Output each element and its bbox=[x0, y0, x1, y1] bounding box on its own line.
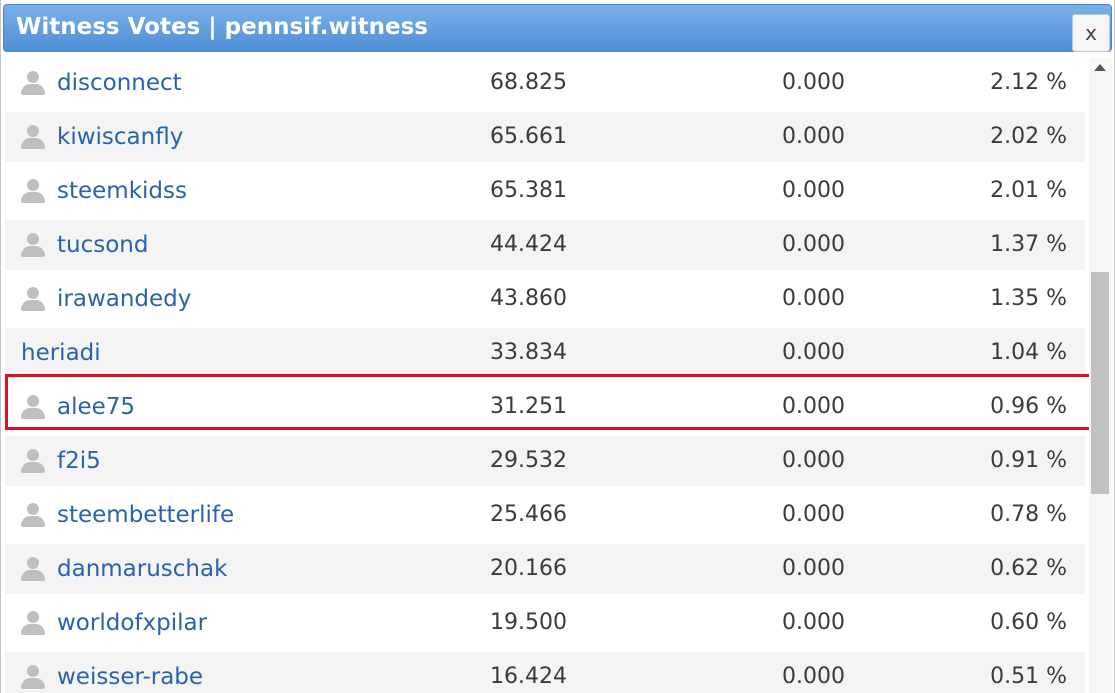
vote-value-2: 0.000 bbox=[782, 610, 845, 635]
vote-percentage: 0.51 % bbox=[990, 664, 1067, 689]
vote-value-1: 29.532 bbox=[490, 448, 567, 473]
vote-row: alee75 31.251 0.000 0.96 % bbox=[5, 382, 1085, 432]
titlebar-bar: Witness Votes | pennsif.witness x bbox=[3, 4, 1112, 52]
vote-row: heriadi 33.834 0.000 1.04 % bbox=[5, 328, 1085, 378]
account-cell: danmaruschak bbox=[5, 544, 227, 594]
vote-percentage: 0.60 % bbox=[990, 610, 1067, 635]
vote-percentage: 2.02 % bbox=[990, 124, 1067, 149]
vote-value-2: 0.000 bbox=[782, 286, 845, 311]
close-button[interactable]: x bbox=[1072, 14, 1110, 52]
account-cell: weisser-rabe bbox=[5, 652, 203, 693]
user-icon bbox=[21, 665, 45, 689]
user-icon bbox=[21, 179, 45, 203]
account-cell: alee75 bbox=[5, 382, 135, 432]
account-link[interactable]: danmaruschak bbox=[57, 556, 227, 582]
account-link[interactable]: heriadi bbox=[21, 340, 101, 366]
account-cell: kiwiscanfly bbox=[5, 112, 183, 162]
vote-value-1: 65.381 bbox=[490, 178, 567, 203]
account-link[interactable]: irawandedy bbox=[57, 286, 191, 312]
account-link[interactable]: kiwiscanfly bbox=[57, 124, 183, 150]
vote-value-2: 0.000 bbox=[782, 340, 845, 365]
vote-percentage: 2.01 % bbox=[990, 178, 1067, 203]
scrollbar-thumb[interactable] bbox=[1091, 272, 1109, 494]
scrollbar[interactable] bbox=[1089, 58, 1113, 693]
user-icon bbox=[21, 71, 45, 95]
user-icon bbox=[21, 557, 45, 581]
vote-row: f2i5 29.532 0.000 0.91 % bbox=[5, 436, 1085, 486]
account-link[interactable]: alee75 bbox=[57, 394, 135, 420]
vote-row: kiwiscanfly 65.661 0.000 2.02 % bbox=[5, 112, 1085, 162]
vote-value-1: 19.500 bbox=[490, 610, 567, 635]
account-link[interactable]: steemkidss bbox=[57, 178, 187, 204]
vote-row: worldofxpilar 19.500 0.000 0.60 % bbox=[5, 598, 1085, 648]
vote-row: weisser-rabe 16.424 0.000 0.51 % bbox=[5, 652, 1085, 693]
account-cell: steembetterlife bbox=[5, 490, 234, 540]
vote-value-2: 0.000 bbox=[782, 664, 845, 689]
vote-row: disconnect 68.825 0.000 2.12 % bbox=[5, 58, 1085, 108]
vote-value-1: 68.825 bbox=[490, 70, 567, 95]
vote-value-1: 25.466 bbox=[490, 502, 567, 527]
vote-row: steemkidss 65.381 0.000 2.01 % bbox=[5, 166, 1085, 216]
vote-value-1: 33.834 bbox=[490, 340, 567, 365]
vote-value-2: 0.000 bbox=[782, 70, 845, 95]
user-icon bbox=[21, 449, 45, 473]
vote-row: steembetterlife 25.466 0.000 0.78 % bbox=[5, 490, 1085, 540]
account-link[interactable]: disconnect bbox=[57, 70, 182, 96]
account-link[interactable]: f2i5 bbox=[57, 448, 101, 474]
vote-percentage: 1.04 % bbox=[990, 340, 1067, 365]
account-cell: tucsond bbox=[5, 220, 148, 270]
account-link[interactable]: tucsond bbox=[57, 232, 148, 258]
vote-value-2: 0.000 bbox=[782, 232, 845, 257]
user-icon bbox=[21, 503, 45, 527]
user-icon bbox=[21, 287, 45, 311]
user-icon bbox=[21, 395, 45, 419]
witness-votes-dialog: Witness Votes | pennsif.witness x discon… bbox=[0, 0, 1115, 693]
account-cell: irawandedy bbox=[5, 274, 191, 324]
vote-value-1: 65.661 bbox=[490, 124, 567, 149]
account-cell: f2i5 bbox=[5, 436, 101, 486]
vote-value-1: 43.860 bbox=[490, 286, 567, 311]
vote-row: irawandedy 43.860 0.000 1.35 % bbox=[5, 274, 1085, 324]
account-cell: disconnect bbox=[5, 58, 182, 108]
vote-percentage: 0.78 % bbox=[990, 502, 1067, 527]
vote-value-2: 0.000 bbox=[782, 556, 845, 581]
vote-value-1: 31.251 bbox=[490, 394, 567, 419]
vote-percentage: 0.62 % bbox=[990, 556, 1067, 581]
user-icon bbox=[21, 233, 45, 257]
account-link[interactable]: steembetterlife bbox=[57, 502, 234, 528]
vote-percentage: 0.96 % bbox=[990, 394, 1067, 419]
vote-row: danmaruschak 20.166 0.000 0.62 % bbox=[5, 544, 1085, 594]
vote-value-2: 0.000 bbox=[782, 178, 845, 203]
account-link[interactable]: worldofxpilar bbox=[57, 610, 207, 636]
vote-value-1: 16.424 bbox=[490, 664, 567, 689]
account-cell: heriadi bbox=[5, 328, 101, 378]
account-link[interactable]: weisser-rabe bbox=[57, 664, 203, 690]
vote-percentage: 1.37 % bbox=[990, 232, 1067, 257]
vote-row: tucsond 44.424 0.000 1.37 % bbox=[5, 220, 1085, 270]
dialog-titlebar[interactable]: Witness Votes | pennsif.witness x bbox=[1, 0, 1114, 58]
vote-value-1: 44.424 bbox=[490, 232, 567, 257]
vote-percentage: 1.35 % bbox=[990, 286, 1067, 311]
vote-percentage: 2.12 % bbox=[990, 70, 1067, 95]
vote-value-2: 0.000 bbox=[782, 394, 845, 419]
account-cell: worldofxpilar bbox=[5, 598, 207, 648]
user-icon bbox=[21, 611, 45, 635]
vote-percentage: 0.91 % bbox=[990, 448, 1067, 473]
dialog-title: Witness Votes | pennsif.witness bbox=[16, 14, 429, 40]
vote-value-2: 0.000 bbox=[782, 124, 845, 149]
witness-vote-list: disconnect 68.825 0.000 2.12 % kiwiscanfly 65… bbox=[5, 58, 1085, 693]
vote-value-1: 20.166 bbox=[490, 556, 567, 581]
user-icon bbox=[21, 125, 45, 149]
account-cell: steemkidss bbox=[5, 166, 187, 216]
vote-value-2: 0.000 bbox=[782, 448, 845, 473]
scroll-up-arrow-icon[interactable] bbox=[1094, 64, 1106, 71]
vote-value-2: 0.000 bbox=[782, 502, 845, 527]
